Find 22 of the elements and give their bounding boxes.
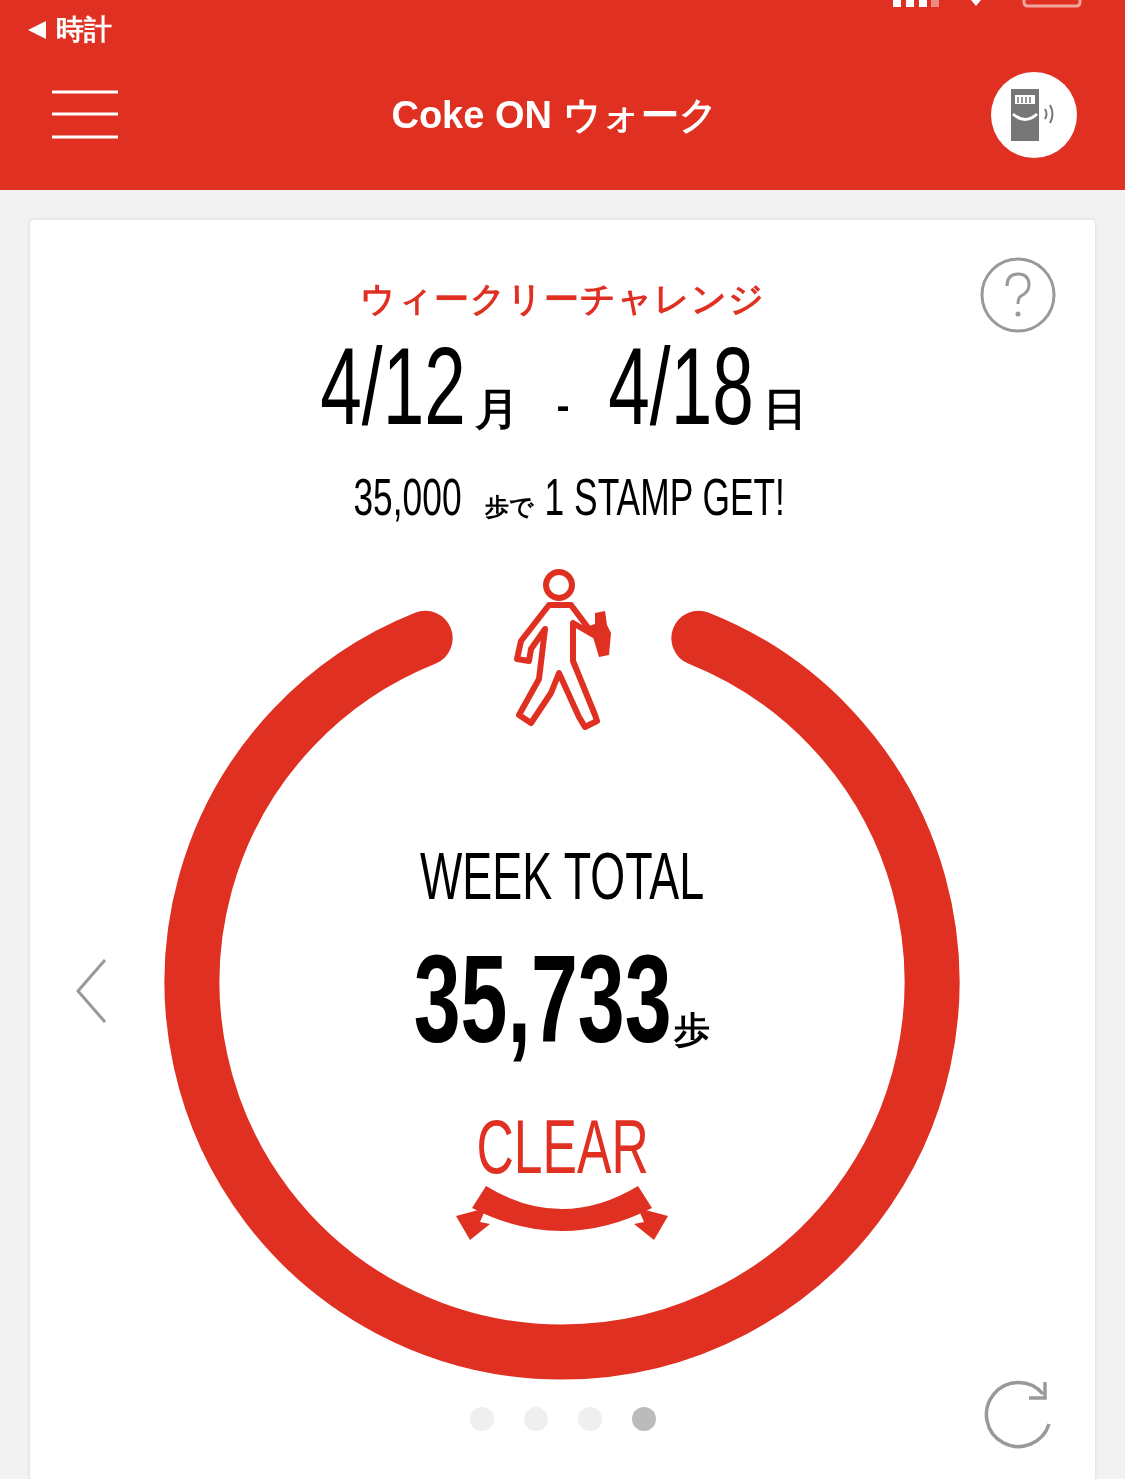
back-arrow-icon[interactable] [26,20,48,40]
menu-icon[interactable] [52,90,118,140]
challenge-title: ウィークリーチャレンジ [360,278,765,321]
wifi-icon [971,0,981,6]
step-count: 35,733 [413,929,672,1070]
goal-unit: 歩で [484,492,534,523]
page-dot[interactable] [631,1407,656,1431]
step-unit: 歩 [674,1008,711,1052]
battery-icon [1022,0,1082,8]
clear-badge-text: CLEAR [476,1111,649,1182]
app-title: Coke ON ウォーク [391,92,718,138]
start-weekday: 月 [474,382,519,436]
end-date: 4/18 [608,323,755,449]
start-date: 4/12 [320,323,467,449]
reward-text: 1 STAMP GET! [544,467,785,527]
week-total-label: WEEK TOTAL [420,841,705,911]
signal-icon [893,0,939,7]
help-icon[interactable] [979,256,1057,334]
end-weekday: 日 [762,382,807,436]
goal-steps: 35,000 [353,467,462,527]
date-separator: - [555,369,570,438]
back-link[interactable]: 時計 [56,11,112,49]
